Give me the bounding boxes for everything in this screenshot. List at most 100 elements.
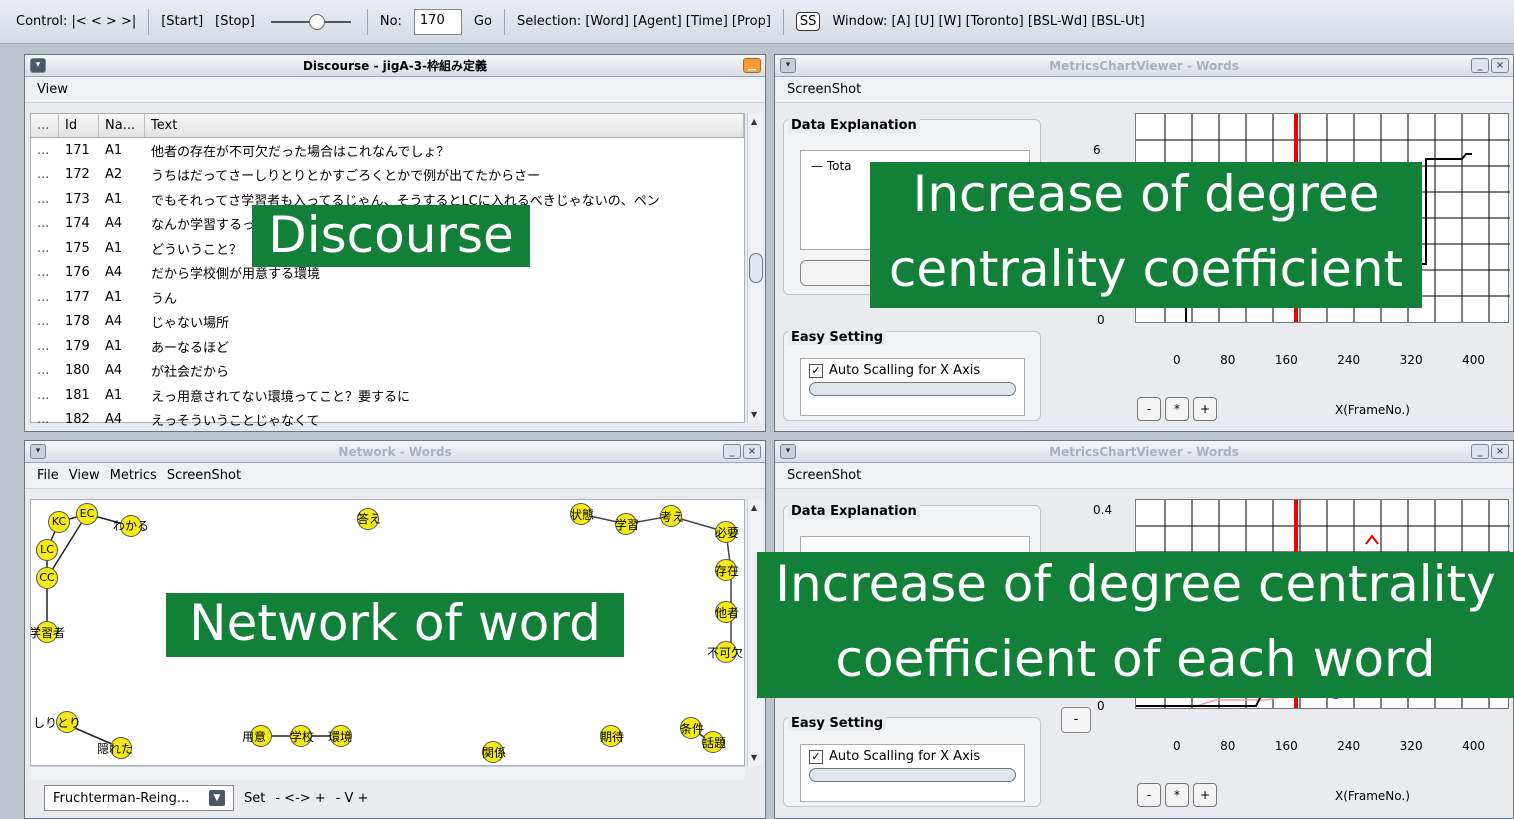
zoom-out-button[interactable]: - <box>1137 397 1161 421</box>
go-button[interactable]: Go <box>474 14 492 29</box>
table-cell-dots: ... <box>37 240 50 256</box>
table-cell-text: えっ用意されてない環境ってこと？要するに <box>151 389 410 405</box>
window-menu-icon[interactable]: ▾ <box>780 444 796 459</box>
group-title: Data Explanation <box>788 504 920 519</box>
minus-button[interactable]: - <box>1061 707 1091 733</box>
start-button[interactable]: [Start] <box>161 14 203 29</box>
slider-thumb[interactable] <box>308 13 325 30</box>
x-tick: 160 <box>1274 739 1298 753</box>
minimize-icon[interactable]: _ <box>1471 58 1489 73</box>
menu-screenshot[interactable]: ScreenShot <box>167 468 241 483</box>
menu-screenshot[interactable]: ScreenShot <box>787 468 861 483</box>
close-icon[interactable]: × <box>1491 444 1509 459</box>
reset-button[interactable]: * <box>1165 783 1189 807</box>
reset-button[interactable]: * <box>1165 397 1189 421</box>
checkbox-icon[interactable]: ✓ <box>809 749 823 764</box>
table-cell-text: あーなるほど <box>151 340 230 356</box>
network-node[interactable]: KC <box>48 511 70 533</box>
table-cell-name: A4 <box>105 265 123 281</box>
table-row[interactable]: ... 172 A2 うちはだってさーしりとりとかすごろくとかで例が出てたからさー <box>31 163 744 188</box>
close-icon[interactable]: × <box>743 444 761 459</box>
window-menu-icon[interactable]: ▾ <box>30 58 46 73</box>
node-label: 話題 <box>702 736 727 750</box>
y-tick: 6 <box>1093 143 1101 157</box>
network-titlebar: ▾ Network - Words _ × <box>25 441 765 463</box>
v-controls[interactable]: - V + <box>336 791 369 806</box>
x-tick: 240 <box>1337 739 1361 753</box>
node-label: 環境 <box>328 730 353 744</box>
setting-list: ✓ Auto Scalling for X Axis <box>800 744 1025 802</box>
table-row[interactable]: ... 181 A1 えっ用意されてない環境ってこと？要するに <box>31 383 744 408</box>
vertical-scrollbar[interactable]: ▲ ▼ <box>747 113 763 423</box>
frame-number-input[interactable]: 170 <box>413 8 462 35</box>
chevron-down-icon[interactable]: ▼ <box>209 790 225 806</box>
playback-controls[interactable]: Control: |< < > >| <box>16 14 136 29</box>
table-cell-name: A1 <box>105 387 123 403</box>
x-tick: 240 <box>1337 353 1361 367</box>
window-menu-icon[interactable]: ▾ <box>780 58 796 73</box>
zoom-in-button[interactable]: + <box>1193 783 1217 807</box>
scroll-down-icon[interactable]: ▼ <box>751 753 757 762</box>
group-title: Easy Setting <box>788 330 887 345</box>
x-tick: 80 <box>1220 739 1236 753</box>
horizontal-scrollbar[interactable] <box>30 766 745 780</box>
window-options[interactable]: Window: [A] [U] [W] [Toronto] [BSL-Wd] [… <box>832 14 1144 29</box>
callout-network: Network of word <box>166 593 624 657</box>
scroll-up-icon[interactable]: ▲ <box>751 503 757 512</box>
scroll-down-icon[interactable]: ▼ <box>751 410 757 419</box>
menu-view[interactable]: View <box>69 468 100 483</box>
group-title: Data Explanation <box>788 118 920 133</box>
zoom-controls[interactable]: - <-> + <box>275 791 325 806</box>
menu-view[interactable]: View <box>37 82 68 97</box>
frame-slider[interactable] <box>270 13 351 30</box>
horizontal-scrollbar[interactable] <box>809 768 1016 782</box>
minimize-icon[interactable]: _ <box>1471 444 1489 459</box>
column-header[interactable]: Text <box>145 114 744 137</box>
zoom-buttons: - * + <box>1137 783 1217 807</box>
toolbar-divider <box>503 8 505 35</box>
zoom-in-button[interactable]: + <box>1193 397 1217 421</box>
window-menu-icon[interactable]: ▾ <box>30 444 46 459</box>
screenshot-button[interactable]: SS <box>795 12 821 31</box>
scroll-up-icon[interactable]: ▲ <box>751 117 757 126</box>
x-tick: 160 <box>1274 353 1298 367</box>
network-node[interactable]: EC <box>76 503 98 525</box>
column-header[interactable]: Na... <box>99 114 145 137</box>
menu-screenshot[interactable]: ScreenShot <box>787 82 861 97</box>
column-header[interactable]: ... <box>31 114 59 137</box>
layout-select[interactable]: Fruchterman-Reing... ▼ <box>44 785 234 811</box>
table-row[interactable]: ... 171 A1 他者の存在が不可欠だった場合はこれなんでしょ？ <box>31 138 744 163</box>
node-label: 期待 <box>600 730 625 744</box>
menu-file[interactable]: File <box>37 468 59 483</box>
network-node[interactable]: LC <box>36 539 58 561</box>
checkbox-icon[interactable]: ✓ <box>809 363 823 378</box>
minimize-icon[interactable]: _ <box>723 444 741 459</box>
checkbox-label: Auto Scalling for X Axis <box>829 749 981 764</box>
node-label: 学習 <box>615 518 640 532</box>
table-row[interactable]: ... 182 A4 えっそういうことじゃなくて <box>31 408 744 432</box>
selection-options[interactable]: Selection: [Word] [Agent] [Time] [Prop] <box>517 14 771 29</box>
table-header: ... Id Na... Text <box>31 114 744 138</box>
menu-metrics[interactable]: Metrics <box>110 468 157 483</box>
y-tick: 0 <box>1097 313 1105 327</box>
stop-button[interactable]: [Stop] <box>215 14 255 29</box>
table-row[interactable]: ... 179 A1 あーなるほど <box>31 334 744 359</box>
network-node[interactable]: CC <box>36 567 58 589</box>
table-cell-text: が社会だから <box>151 365 230 381</box>
x-ticks: 0 80 160 240 320 400 <box>1135 353 1509 367</box>
table-cell-name: A2 <box>105 167 123 183</box>
table-row[interactable]: ... 180 A4 が社会だから <box>31 359 744 384</box>
table-cell-text: 他者の存在が不可欠だった場合はこれなんでしょ？ <box>151 144 450 160</box>
set-button[interactable]: Set <box>244 791 265 806</box>
scroll-thumb[interactable] <box>749 253 763 283</box>
horizontal-scrollbar[interactable] <box>809 382 1016 396</box>
minimize-icon[interactable]: ▁ <box>743 58 761 73</box>
zoom-out-button[interactable]: - <box>1137 783 1161 807</box>
table-row[interactable]: ... 178 A4 じゃない場所 <box>31 310 744 335</box>
auto-scaling-x-checkbox[interactable]: ✓ Auto Scalling for X Axis <box>809 363 1016 378</box>
table-row[interactable]: ... 177 A1 うん <box>31 285 744 310</box>
column-header[interactable]: Id <box>59 114 99 137</box>
node-label: 考え <box>660 510 685 524</box>
auto-scaling-x-checkbox[interactable]: ✓ Auto Scalling for X Axis <box>809 749 1016 764</box>
close-icon[interactable]: × <box>1491 58 1509 73</box>
